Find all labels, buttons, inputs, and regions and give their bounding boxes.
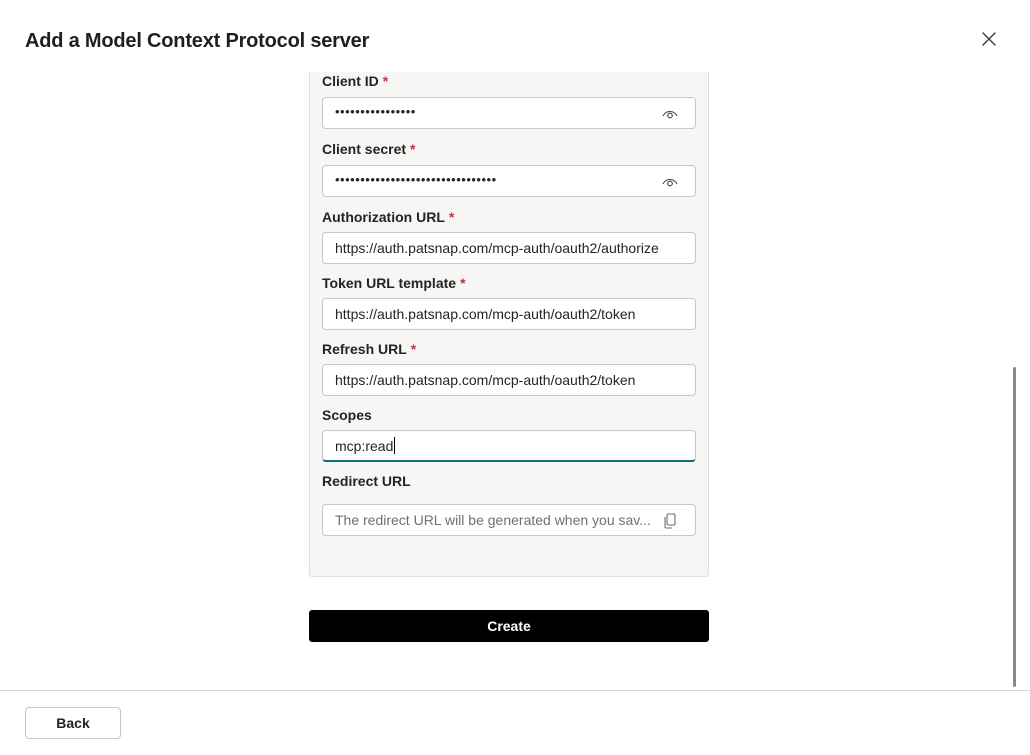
refresh-url-input[interactable]: https://auth.patsnap.com/mcp-auth/oauth2… xyxy=(322,364,696,396)
client-secret-label: Client secret * xyxy=(322,141,416,157)
back-button[interactable]: Back xyxy=(25,707,121,739)
client-id-label: Client ID * xyxy=(322,73,389,89)
authorization-url-value: https://auth.patsnap.com/mcp-auth/oauth2… xyxy=(335,240,659,256)
auth-settings-panel: Client ID * •••••••••••••••• Client secre… xyxy=(309,72,709,577)
scopes-value: mcp:read xyxy=(335,437,396,455)
scopes-label: Scopes xyxy=(322,407,372,423)
refresh-url-label: Refresh URL * xyxy=(322,341,417,357)
redirect-url-input[interactable]: The redirect URL will be generated when … xyxy=(322,504,696,536)
authorization-url-label: Authorization URL * xyxy=(322,209,455,225)
dialog-title: Add a Model Context Protocol server xyxy=(25,30,370,52)
token-url-template-label: Token URL template * xyxy=(322,275,466,291)
refresh-url-value: https://auth.patsnap.com/mcp-auth/oauth2… xyxy=(335,372,636,388)
copy-icon[interactable] xyxy=(661,512,679,530)
dialog-body: Client ID * •••••••••••••••• Client secre… xyxy=(0,72,1030,690)
client-secret-input[interactable]: •••••••••••••••••••••••••••••••• xyxy=(322,165,696,197)
scopes-input[interactable]: mcp:read xyxy=(322,430,696,462)
scrollbar-thumb[interactable] xyxy=(1013,367,1016,687)
client-id-input[interactable]: •••••••••••••••• xyxy=(322,97,696,129)
eye-icon[interactable] xyxy=(661,105,679,123)
token-url-template-value: https://auth.patsnap.com/mcp-auth/oauth2… xyxy=(335,306,636,322)
redirect-url-label: Redirect URL xyxy=(322,473,411,489)
redirect-url-placeholder: The redirect URL will be generated when … xyxy=(335,512,651,528)
text-caret xyxy=(394,437,396,455)
authorization-url-input[interactable]: https://auth.patsnap.com/mcp-auth/oauth2… xyxy=(322,232,696,264)
client-secret-value: •••••••••••••••••••••••••••••••• xyxy=(335,172,497,187)
token-url-template-input[interactable]: https://auth.patsnap.com/mcp-auth/oauth2… xyxy=(322,298,696,330)
dialog-header: Add a Model Context Protocol server xyxy=(0,0,1030,72)
footer-divider xyxy=(0,690,1030,691)
client-id-value: •••••••••••••••• xyxy=(335,104,416,119)
eye-icon[interactable] xyxy=(661,173,679,191)
close-button[interactable] xyxy=(976,28,1002,54)
close-icon xyxy=(981,31,997,52)
create-button[interactable]: Create xyxy=(309,610,709,642)
